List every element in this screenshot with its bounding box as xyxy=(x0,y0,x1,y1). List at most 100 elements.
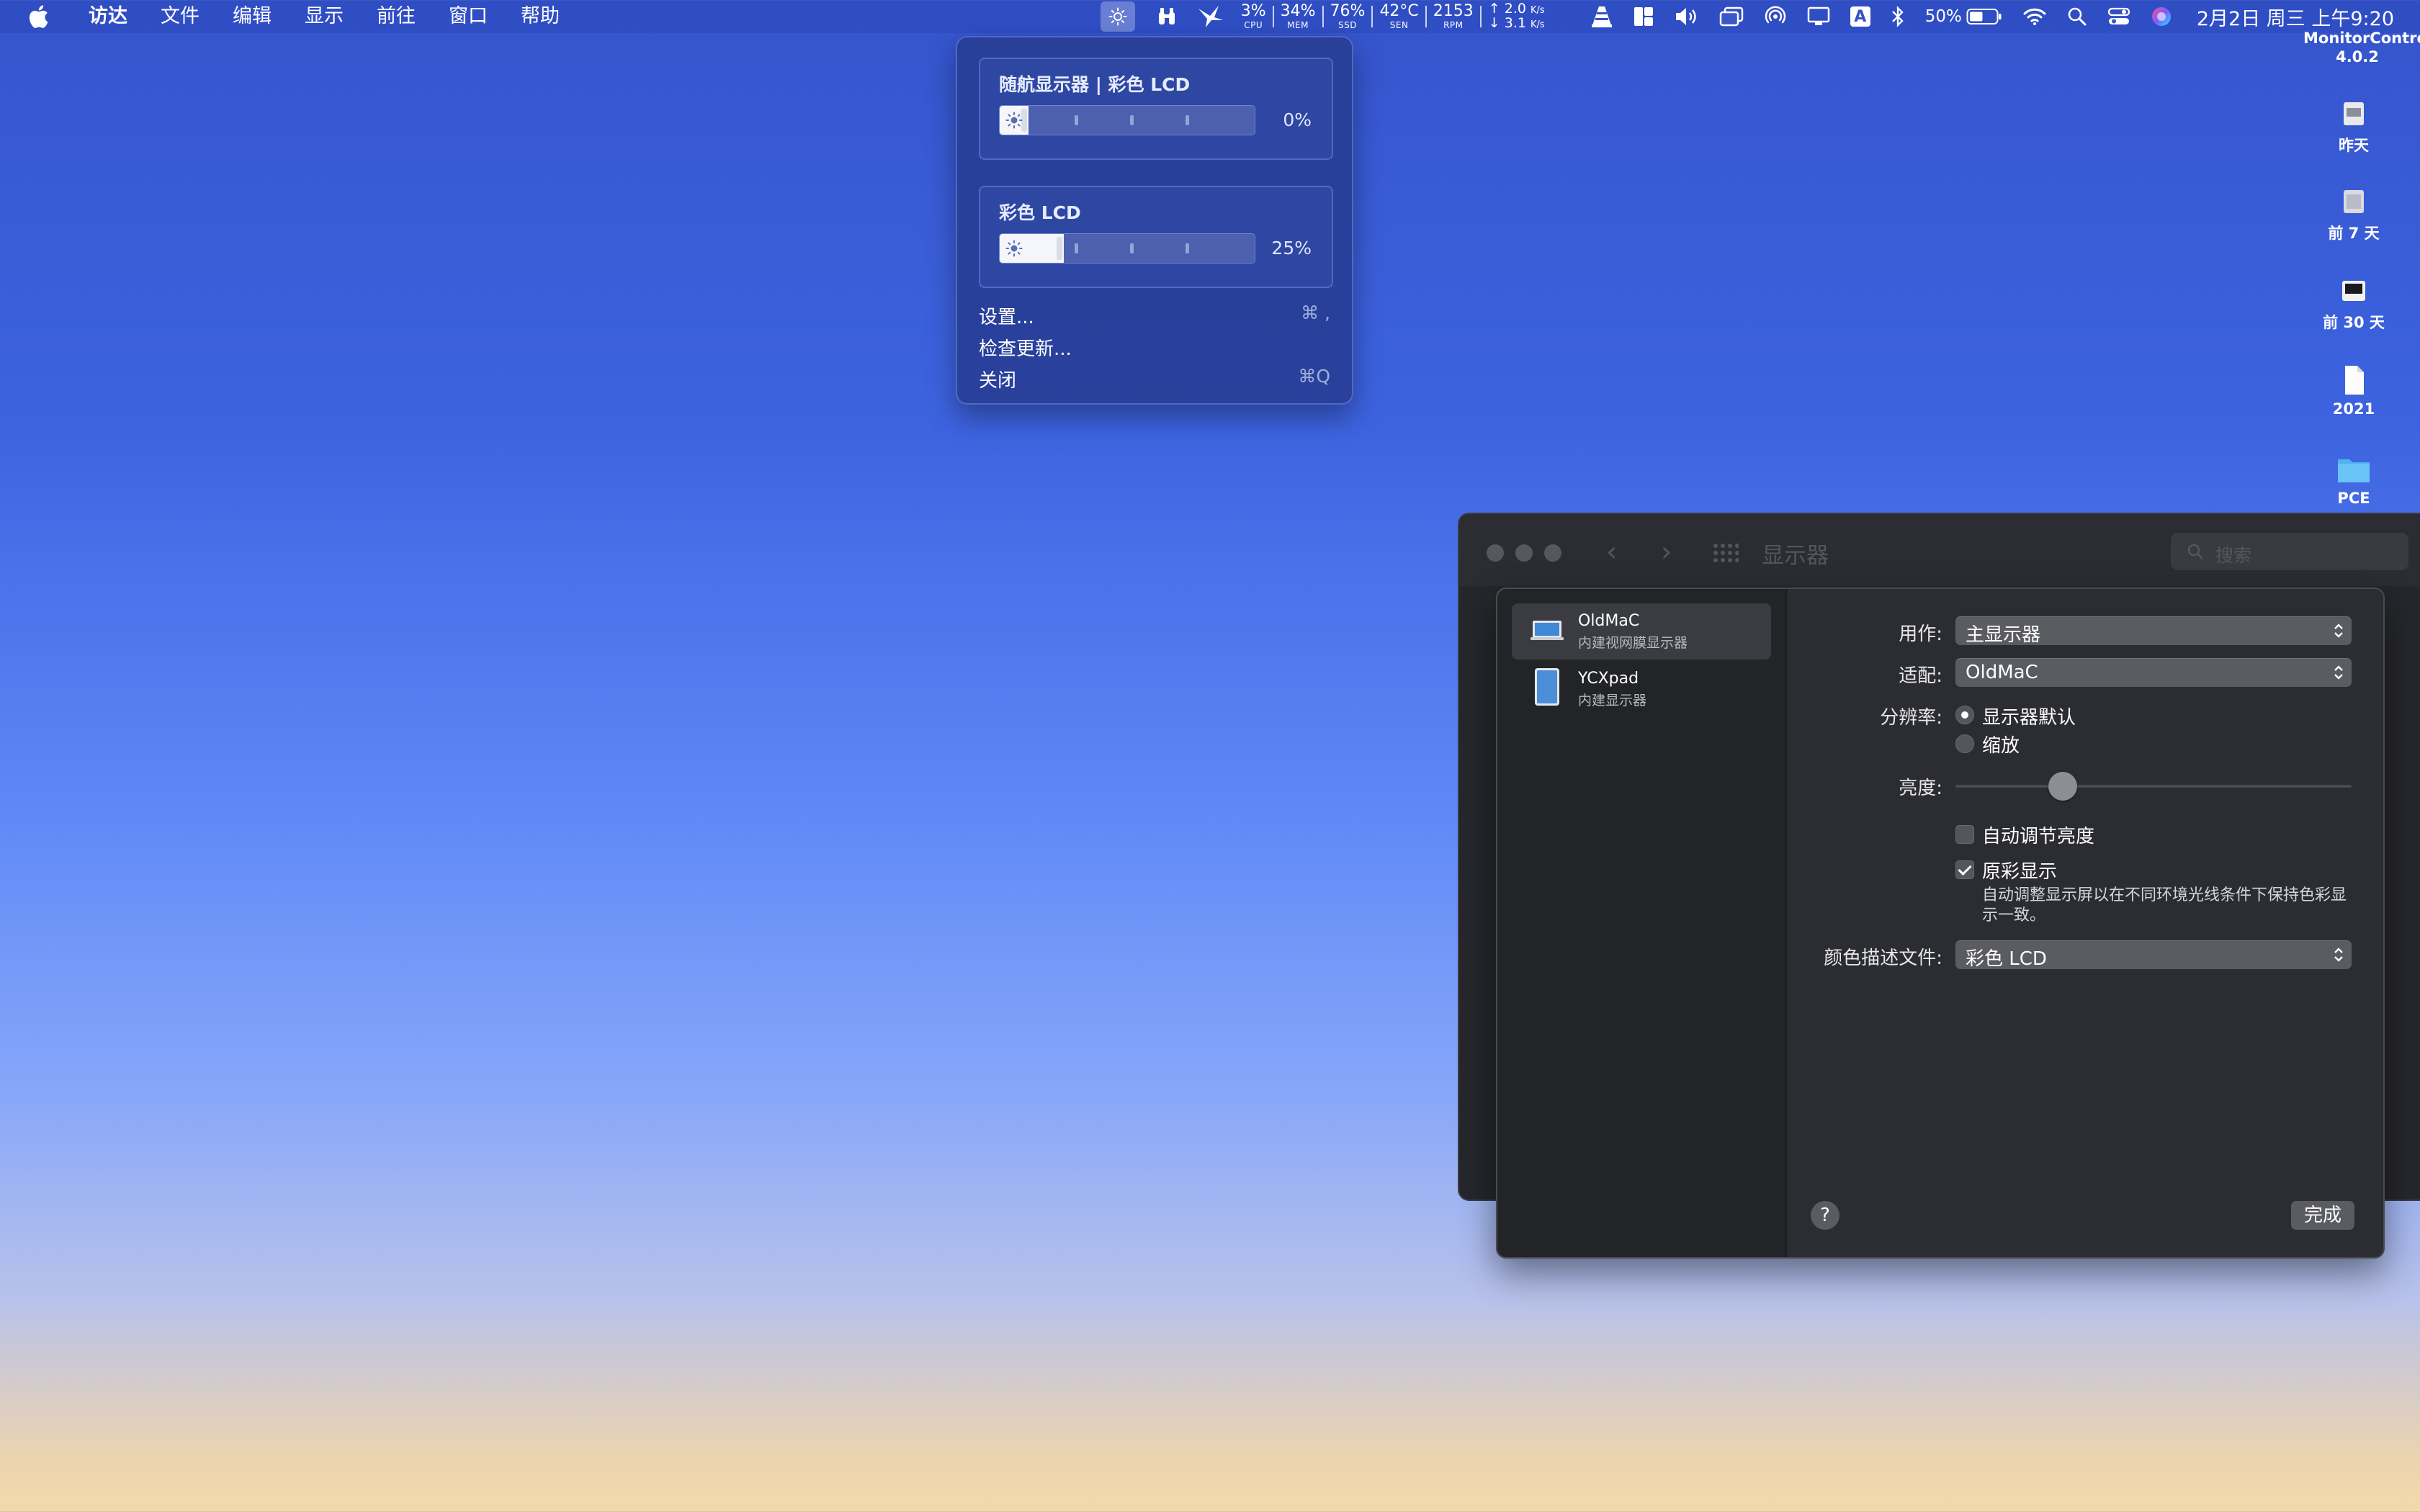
mem-value: 34% xyxy=(1280,2,1316,20)
display-name: OldMaC xyxy=(1578,612,1640,630)
control-center-tray-button[interactable] xyxy=(2097,0,2141,33)
search-icon xyxy=(2068,7,2087,26)
input-method-tray-button[interactable]: A xyxy=(1840,0,1881,33)
screens-tray-button[interactable] xyxy=(1709,0,1754,33)
siri-tray-button[interactable] xyxy=(2141,0,2182,33)
mem-stat[interactable]: 34% MEM xyxy=(1274,4,1322,30)
optimize-for-popup[interactable]: OldMaC xyxy=(1955,658,2352,687)
done-button[interactable]: 完成 xyxy=(2290,1201,2354,1230)
window-title: 显示器 xyxy=(1762,543,1829,569)
battery-icon xyxy=(1966,9,2002,24)
display-list-item-ycxpad[interactable]: YCXpad 内建显示器 xyxy=(1512,661,1771,717)
cpu-value: 3% xyxy=(1240,2,1266,20)
up-down-chevron-icon xyxy=(2334,948,2343,962)
menu-item-label: 检查更新... xyxy=(979,338,1072,360)
folder-icon xyxy=(2338,459,2370,482)
traffic-cone-icon xyxy=(1591,6,1612,27)
slider-tick xyxy=(1186,115,1189,125)
menu-edit[interactable]: 编辑 xyxy=(216,0,288,33)
layout-tray-button[interactable] xyxy=(1623,0,1664,33)
forward-chevron-icon[interactable]: › xyxy=(1661,536,1672,567)
sensor-stat[interactable]: 42°C SEN xyxy=(1373,4,1425,30)
overlapping-windows-icon xyxy=(1719,6,1743,27)
back-chevron-icon[interactable]: ‹ xyxy=(1606,536,1617,567)
apple-logo-icon[interactable] xyxy=(27,5,49,28)
input-method-badge: A xyxy=(1850,6,1870,27)
display-list-item-oldmac[interactable]: OldMaC 内建视网膜显示器 xyxy=(1512,603,1771,660)
menu-item-shortcut: ⌘ , xyxy=(1301,302,1330,323)
vlc-tray-button[interactable] xyxy=(1581,0,1623,33)
monitorcontrol-menu: 随航显示器 | 彩色 LCD 0% 彩色 LCD 25% 设置... ⌘ , 检… xyxy=(956,36,1353,405)
show-all-grid-icon[interactable] xyxy=(1713,543,1739,563)
airplay-tray-button[interactable] xyxy=(1797,0,1840,33)
cpu-stat[interactable]: 3% CPU xyxy=(1234,4,1273,30)
menu-item-check-updates[interactable]: 检查更新... xyxy=(979,334,1330,361)
ssd-stat[interactable]: 76% SSD xyxy=(1324,4,1372,30)
close-window-button[interactable] xyxy=(1487,544,1504,562)
fan-stat[interactable]: 2153 RPM xyxy=(1427,4,1480,30)
bird-tray-button[interactable] xyxy=(1187,0,1234,33)
menu-file[interactable]: 文件 xyxy=(144,0,216,33)
bluetooth-icon xyxy=(1891,6,1904,27)
binoculars-tray-button[interactable] xyxy=(1147,0,1187,33)
slider-tick xyxy=(1130,243,1134,253)
brightness-slider-track[interactable] xyxy=(1955,772,2352,801)
help-button[interactable]: ? xyxy=(1811,1201,1839,1230)
desktop-icon-monitorcontrol[interactable]: MonitorControl 4.0.2 xyxy=(2303,29,2420,66)
menu-go[interactable]: 前往 xyxy=(360,0,432,33)
desktop-icon-last-30-days[interactable]: 前 30 天 xyxy=(2303,275,2404,333)
menu-help[interactable]: 帮助 xyxy=(504,0,576,33)
airdrop-tray-button[interactable] xyxy=(1754,0,1797,33)
fan-value: 2153 xyxy=(1433,2,1474,20)
use-as-popup[interactable]: 主显示器 xyxy=(1955,616,2352,646)
volume-tray-button[interactable] xyxy=(1664,0,1709,33)
wifi-tray-button[interactable] xyxy=(2012,0,2057,33)
menu-app-name[interactable]: 访达 xyxy=(72,0,144,33)
battery-tray-button[interactable]: 50% xyxy=(1915,0,2012,33)
auto-brightness-checkbox[interactable] xyxy=(1955,825,1974,844)
monitorcontrol-tray-button[interactable] xyxy=(1100,1,1135,32)
desktop-icon-yesterday[interactable]: 昨天 xyxy=(2303,98,2404,156)
desktop-icon-last-7-days[interactable]: 前 7 天 xyxy=(2303,186,2404,243)
brightness-sun-icon xyxy=(1005,240,1023,257)
airdrop-icon xyxy=(1765,6,1785,24)
brightness-slider-knob[interactable] xyxy=(2048,772,2077,801)
true-tone-checkbox[interactable] xyxy=(1955,860,1974,879)
mem-label: MEM xyxy=(1287,20,1309,30)
minimize-window-button[interactable] xyxy=(1515,544,1533,562)
display-brightness-card: 彩色 LCD 25% xyxy=(979,186,1333,288)
optimize-for-label: 适配: xyxy=(1899,665,1942,687)
slider-tick xyxy=(1186,243,1189,253)
brightness-slider[interactable] xyxy=(999,105,1255,135)
menu-item-quit[interactable]: 关闭 ⌘Q xyxy=(979,366,1330,392)
menu-window[interactable]: 窗口 xyxy=(432,0,504,33)
ssd-label: SSD xyxy=(1337,20,1357,30)
stack-icon xyxy=(2342,281,2365,301)
desktop-icon-label: 前 7 天 xyxy=(2328,225,2380,242)
window-layout-icon xyxy=(1634,7,1653,26)
menu-item-settings[interactable]: 设置... ⌘ , xyxy=(979,302,1330,329)
resolution-default-radio[interactable] xyxy=(1955,706,1974,724)
brightness-slider-knob[interactable] xyxy=(1056,237,1062,260)
menu-bar-clock[interactable]: 2月2日 周三 上午9:20 xyxy=(2182,3,2420,31)
ssd-value: 76% xyxy=(1330,2,1366,20)
control-center-icon xyxy=(2107,7,2130,24)
use-as-label: 用作: xyxy=(1899,624,1942,645)
network-stat[interactable]: ↑ 2.0 K/s ↓ 3.1 K/s xyxy=(1482,1,1552,31)
display-name: 随航显示器 | 彩色 LCD xyxy=(999,74,1191,95)
bluetooth-tray-button[interactable] xyxy=(1881,0,1915,33)
color-profile-popup[interactable]: 彩色 LCD xyxy=(1955,940,2352,970)
desktop-icon-2021[interactable]: 2021 xyxy=(2303,364,2404,418)
desktop-icon-label: 2021 xyxy=(2332,400,2375,418)
spotlight-tray-button[interactable] xyxy=(2057,0,2097,33)
desktop-icon-pce[interactable]: PCE xyxy=(2303,454,2404,507)
desktop-icon-label: 昨天 xyxy=(2339,137,2369,154)
use-as-value: 主显示器 xyxy=(1966,624,2041,646)
zoom-window-button[interactable] xyxy=(1544,544,1561,562)
brightness-slider[interactable] xyxy=(999,233,1255,264)
resolution-scaled-radio[interactable] xyxy=(1955,734,1974,753)
binoculars-icon xyxy=(1158,8,1175,24)
menu-view[interactable]: 显示 xyxy=(288,0,360,33)
sensor-value: 42°C xyxy=(1379,2,1419,20)
search-field[interactable]: 搜索 xyxy=(2171,533,2408,570)
